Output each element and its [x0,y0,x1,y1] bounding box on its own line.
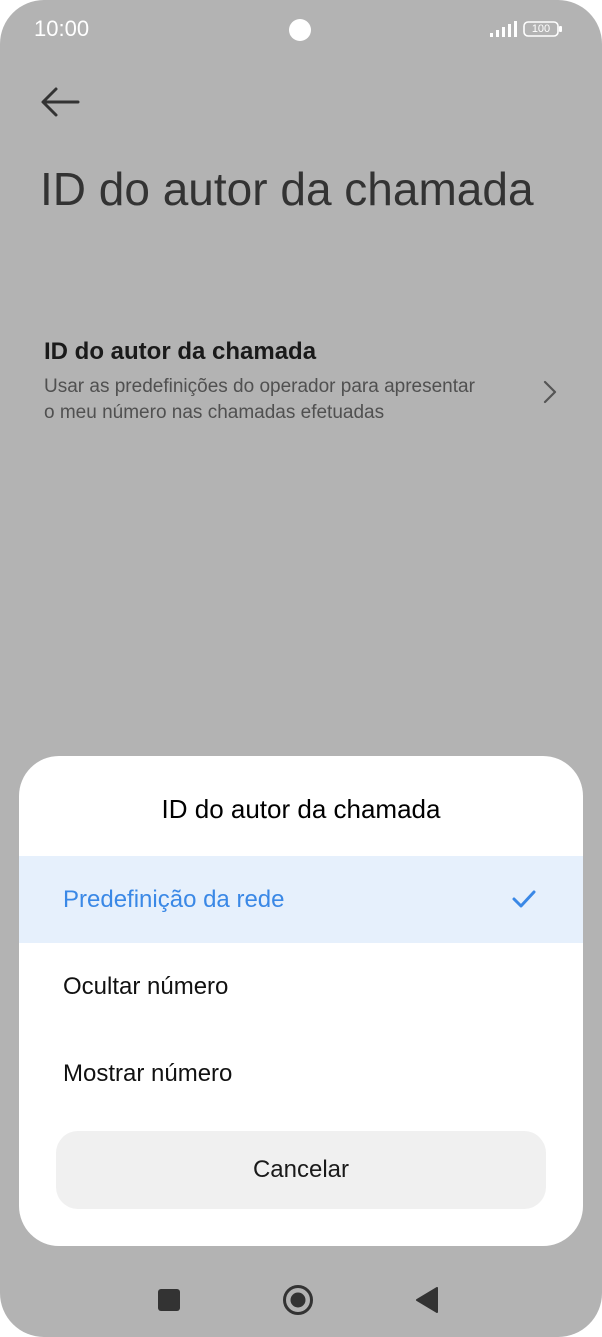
caller-id-dialog: ID do autor da chamada Predefinição da r… [19,756,583,1246]
option-label: Predefinição da rede [63,886,285,913]
camera-cutout [289,19,311,41]
arrow-left-icon[interactable] [38,80,84,126]
cancel-button[interactable]: Cancelar [56,1131,546,1209]
battery-level: 100 [531,23,551,35]
option-hide-number[interactable]: Ocultar número [19,943,583,1030]
dialog-title: ID do autor da chamada [161,794,441,824]
option-show-number[interactable]: Mostrar número [19,1030,583,1117]
option-label: Mostrar número [63,1060,233,1087]
setting-title: ID do autor da chamada [44,338,317,365]
option-network-default[interactable]: Predefinição da rede [19,856,583,943]
status-time: 10:00 [34,16,90,41]
screen: 10:00 100 ID do autor da chamada ID do a… [0,0,602,1337]
setting-description: Usar as predefinições do operador para a… [44,376,475,423]
caller-id-setting[interactable]: ID do autor da chamada Usar as predefini… [0,330,602,460]
page-title: ID do autor da chamada [40,163,534,215]
chevron-right-icon [543,380,557,404]
option-label: Ocultar número [63,973,229,1000]
check-icon [512,890,536,908]
back-icon[interactable] [415,1287,439,1313]
signal-icon [490,21,517,37]
home-icon[interactable] [282,1284,314,1316]
recent-apps-icon[interactable] [158,1289,180,1311]
